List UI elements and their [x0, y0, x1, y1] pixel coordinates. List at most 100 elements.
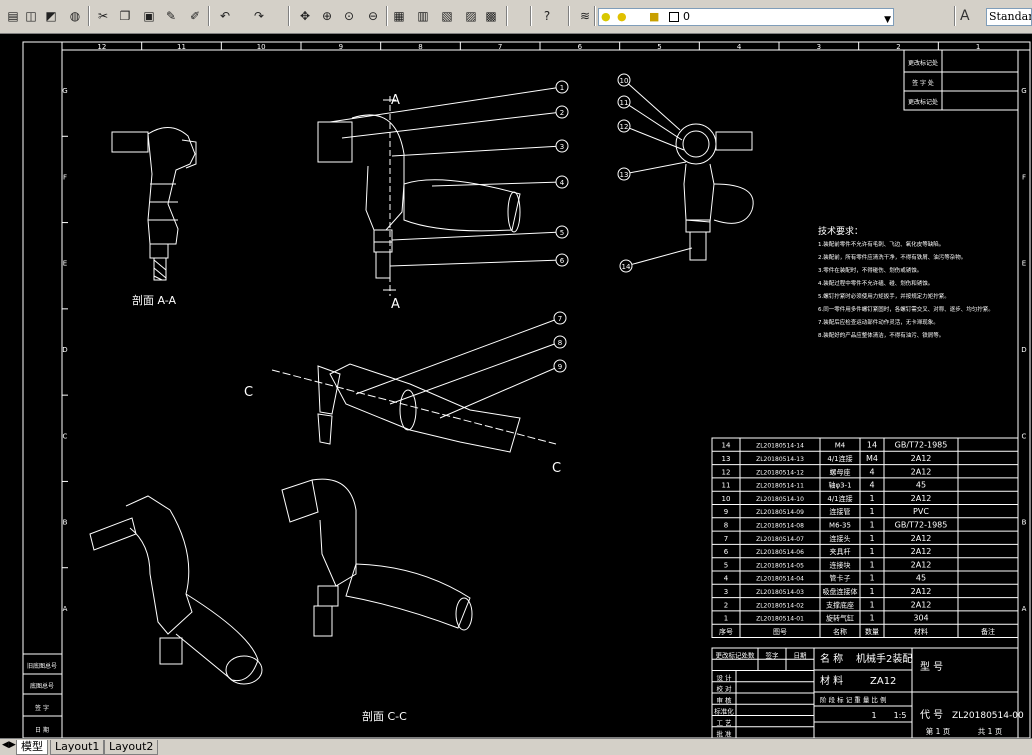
bom-header-cell: 图号 — [773, 628, 787, 636]
material-value: ZA12 — [870, 676, 896, 687]
bom-cell: 14 — [722, 442, 731, 450]
bom-cell: 12 — [722, 468, 731, 476]
bom-cell: ZL20180514-09 — [756, 509, 804, 516]
brush-icon[interactable]: ✐ — [186, 7, 204, 25]
ruler-label: D — [1021, 346, 1026, 354]
tab-layout1[interactable]: Layout1 — [50, 740, 105, 755]
cut-a-bottom: A — [391, 297, 400, 312]
cut-icon[interactable]: ✂ — [94, 7, 112, 25]
bom-cell: 4 — [869, 481, 874, 490]
publish-icon[interactable]: ◩ — [42, 7, 60, 25]
match-properties-icon[interactable]: ✎ — [162, 7, 180, 25]
bom-cell: 螺母座 — [830, 467, 851, 476]
preview-icon[interactable]: ◫ — [22, 7, 40, 25]
bom-cell: 4 — [869, 467, 874, 476]
toolbar-separator — [208, 6, 210, 26]
ruler-label: 6 — [578, 43, 583, 51]
callout-number: 5 — [560, 229, 564, 237]
toolbar-separator — [288, 6, 290, 26]
bom-cell: ZL20180514-11 — [756, 483, 804, 490]
text-style-icon[interactable]: A — [960, 8, 970, 24]
bom-cell: 45 — [916, 574, 926, 583]
tech-requirement-line: 1.装配前零件不允许有毛刺、飞边、氧化皮等缺陷。 — [818, 240, 944, 248]
bom-header-cell: 数量 — [865, 627, 879, 636]
tab-layout2[interactable]: Layout2 — [104, 740, 159, 755]
freeze-icon[interactable]: ● — [617, 9, 627, 25]
change-label-2: 签 字 处 — [912, 79, 934, 87]
layer-dropdown[interactable]: ● ● ■ 0 ▼ — [598, 8, 894, 26]
section-a-label: 剖面 A-A — [132, 293, 177, 307]
name-label: 名 称 — [820, 652, 843, 665]
ruler-label: B — [1022, 519, 1027, 527]
bom-cell: ZL20180514-05 — [756, 562, 804, 569]
paste-icon[interactable]: ▣ — [140, 7, 158, 25]
bom-cell: 4/1连接 — [827, 454, 852, 463]
leader-line — [623, 125, 685, 151]
bom-cell: 13 — [722, 455, 731, 463]
markup-icon[interactable]: ▨ — [462, 7, 480, 25]
change-label-3: 更改标记处 — [908, 98, 938, 106]
drawing-canvas[interactable]: 12 11 10 9 8 7 6 5 4 3 2 1 GGFFEEDDCCBBAA 旧底图总号 底图总… — [0, 34, 1032, 739]
zoom-previous-icon[interactable]: ⊖ — [364, 7, 382, 25]
ruler-label: 4 — [737, 43, 742, 51]
bom-header-cell: 序号 — [719, 627, 733, 636]
light-bulb-icon[interactable]: ● — [601, 9, 611, 25]
chevron-down-icon[interactable]: ▼ — [884, 12, 891, 28]
globe-icon[interactable]: ◍ — [66, 7, 84, 25]
callout-number: 8 — [558, 339, 562, 347]
bom-cell: 1 — [869, 534, 874, 543]
layer-manager-icon[interactable]: ≋ — [576, 7, 594, 25]
bom-cell: 2 — [724, 601, 728, 609]
undo-icon[interactable]: ↶ — [216, 7, 234, 25]
design-center-icon[interactable]: ▥ — [414, 7, 432, 25]
side-view-left — [111, 127, 197, 281]
bom-cell: 旋转气缸 — [826, 614, 854, 623]
properties-icon[interactable]: ▦ — [390, 7, 408, 25]
tab-nav-arrows[interactable]: ◀▶ — [2, 740, 16, 750]
ruler-label: G — [62, 87, 67, 95]
ruler-label: E — [63, 260, 67, 268]
bom-cell: 1 — [869, 587, 874, 596]
ruler-label: F — [1022, 173, 1026, 181]
bom-cell: 1 — [869, 614, 874, 623]
right-ruler-band — [1017, 49, 1031, 739]
open-icon[interactable]: ▤ — [4, 7, 22, 25]
tech-requirement-line: 2.装配前，所有零件应清洗干净，不得有铁屑、油污等杂物。 — [818, 253, 966, 261]
toolbar-separator — [594, 6, 596, 26]
top-ruler-band — [61, 41, 1031, 51]
tech-requirements-title: 技术要求： — [818, 225, 863, 237]
material-label: 材 料 — [820, 674, 843, 687]
bom-cell: 1 — [869, 574, 874, 583]
bom-cell: ZL20180514-03 — [756, 589, 804, 596]
callout-number: 6 — [560, 257, 565, 265]
calculator-icon[interactable]: ▩ — [482, 7, 500, 25]
bom-cell: M6-35 — [829, 521, 851, 529]
zoom-realtime-icon[interactable]: ⊕ — [318, 7, 336, 25]
bom-cell: M4 — [866, 454, 878, 463]
tool-palettes-icon[interactable]: ▧ — [438, 7, 456, 25]
role-label: 审 核 — [716, 695, 732, 704]
help-icon[interactable]: ? — [538, 7, 556, 25]
balloon-callouts: 1234567891011121314 — [329, 73, 693, 419]
pan-icon[interactable]: ✥ — [296, 7, 314, 25]
text-style-dropdown[interactable]: Standard — [986, 8, 1032, 26]
leader-line — [329, 86, 563, 123]
bom-cell: 1 — [869, 507, 874, 516]
copy-icon[interactable]: ❐ — [116, 7, 134, 25]
ruler-label: F — [63, 173, 67, 181]
tab-model[interactable]: 模型 — [16, 740, 48, 755]
leader-line — [623, 161, 687, 175]
bom-cell: M4 — [835, 442, 846, 450]
side-ruler: G G F F E E D D C C B B A A — [62, 49, 1027, 613]
callout-number: 14 — [622, 263, 631, 271]
layer-color-swatch[interactable] — [669, 12, 679, 22]
tech-requirement-line: 7.装配后应检查运动部件动作灵活，无卡滞现象。 — [818, 318, 939, 326]
total-sheets: 共 1 页 — [978, 727, 1003, 736]
leader-line — [431, 181, 563, 187]
redo-icon[interactable]: ↷ — [250, 7, 268, 25]
lock-icon[interactable]: ■ — [649, 9, 659, 25]
ruler-label: 7 — [498, 43, 502, 51]
zoom-window-icon[interactable]: ⊙ — [340, 7, 358, 25]
bom-cell: 轴φ3-1 — [828, 481, 851, 490]
bom-cell: 45 — [916, 481, 926, 490]
